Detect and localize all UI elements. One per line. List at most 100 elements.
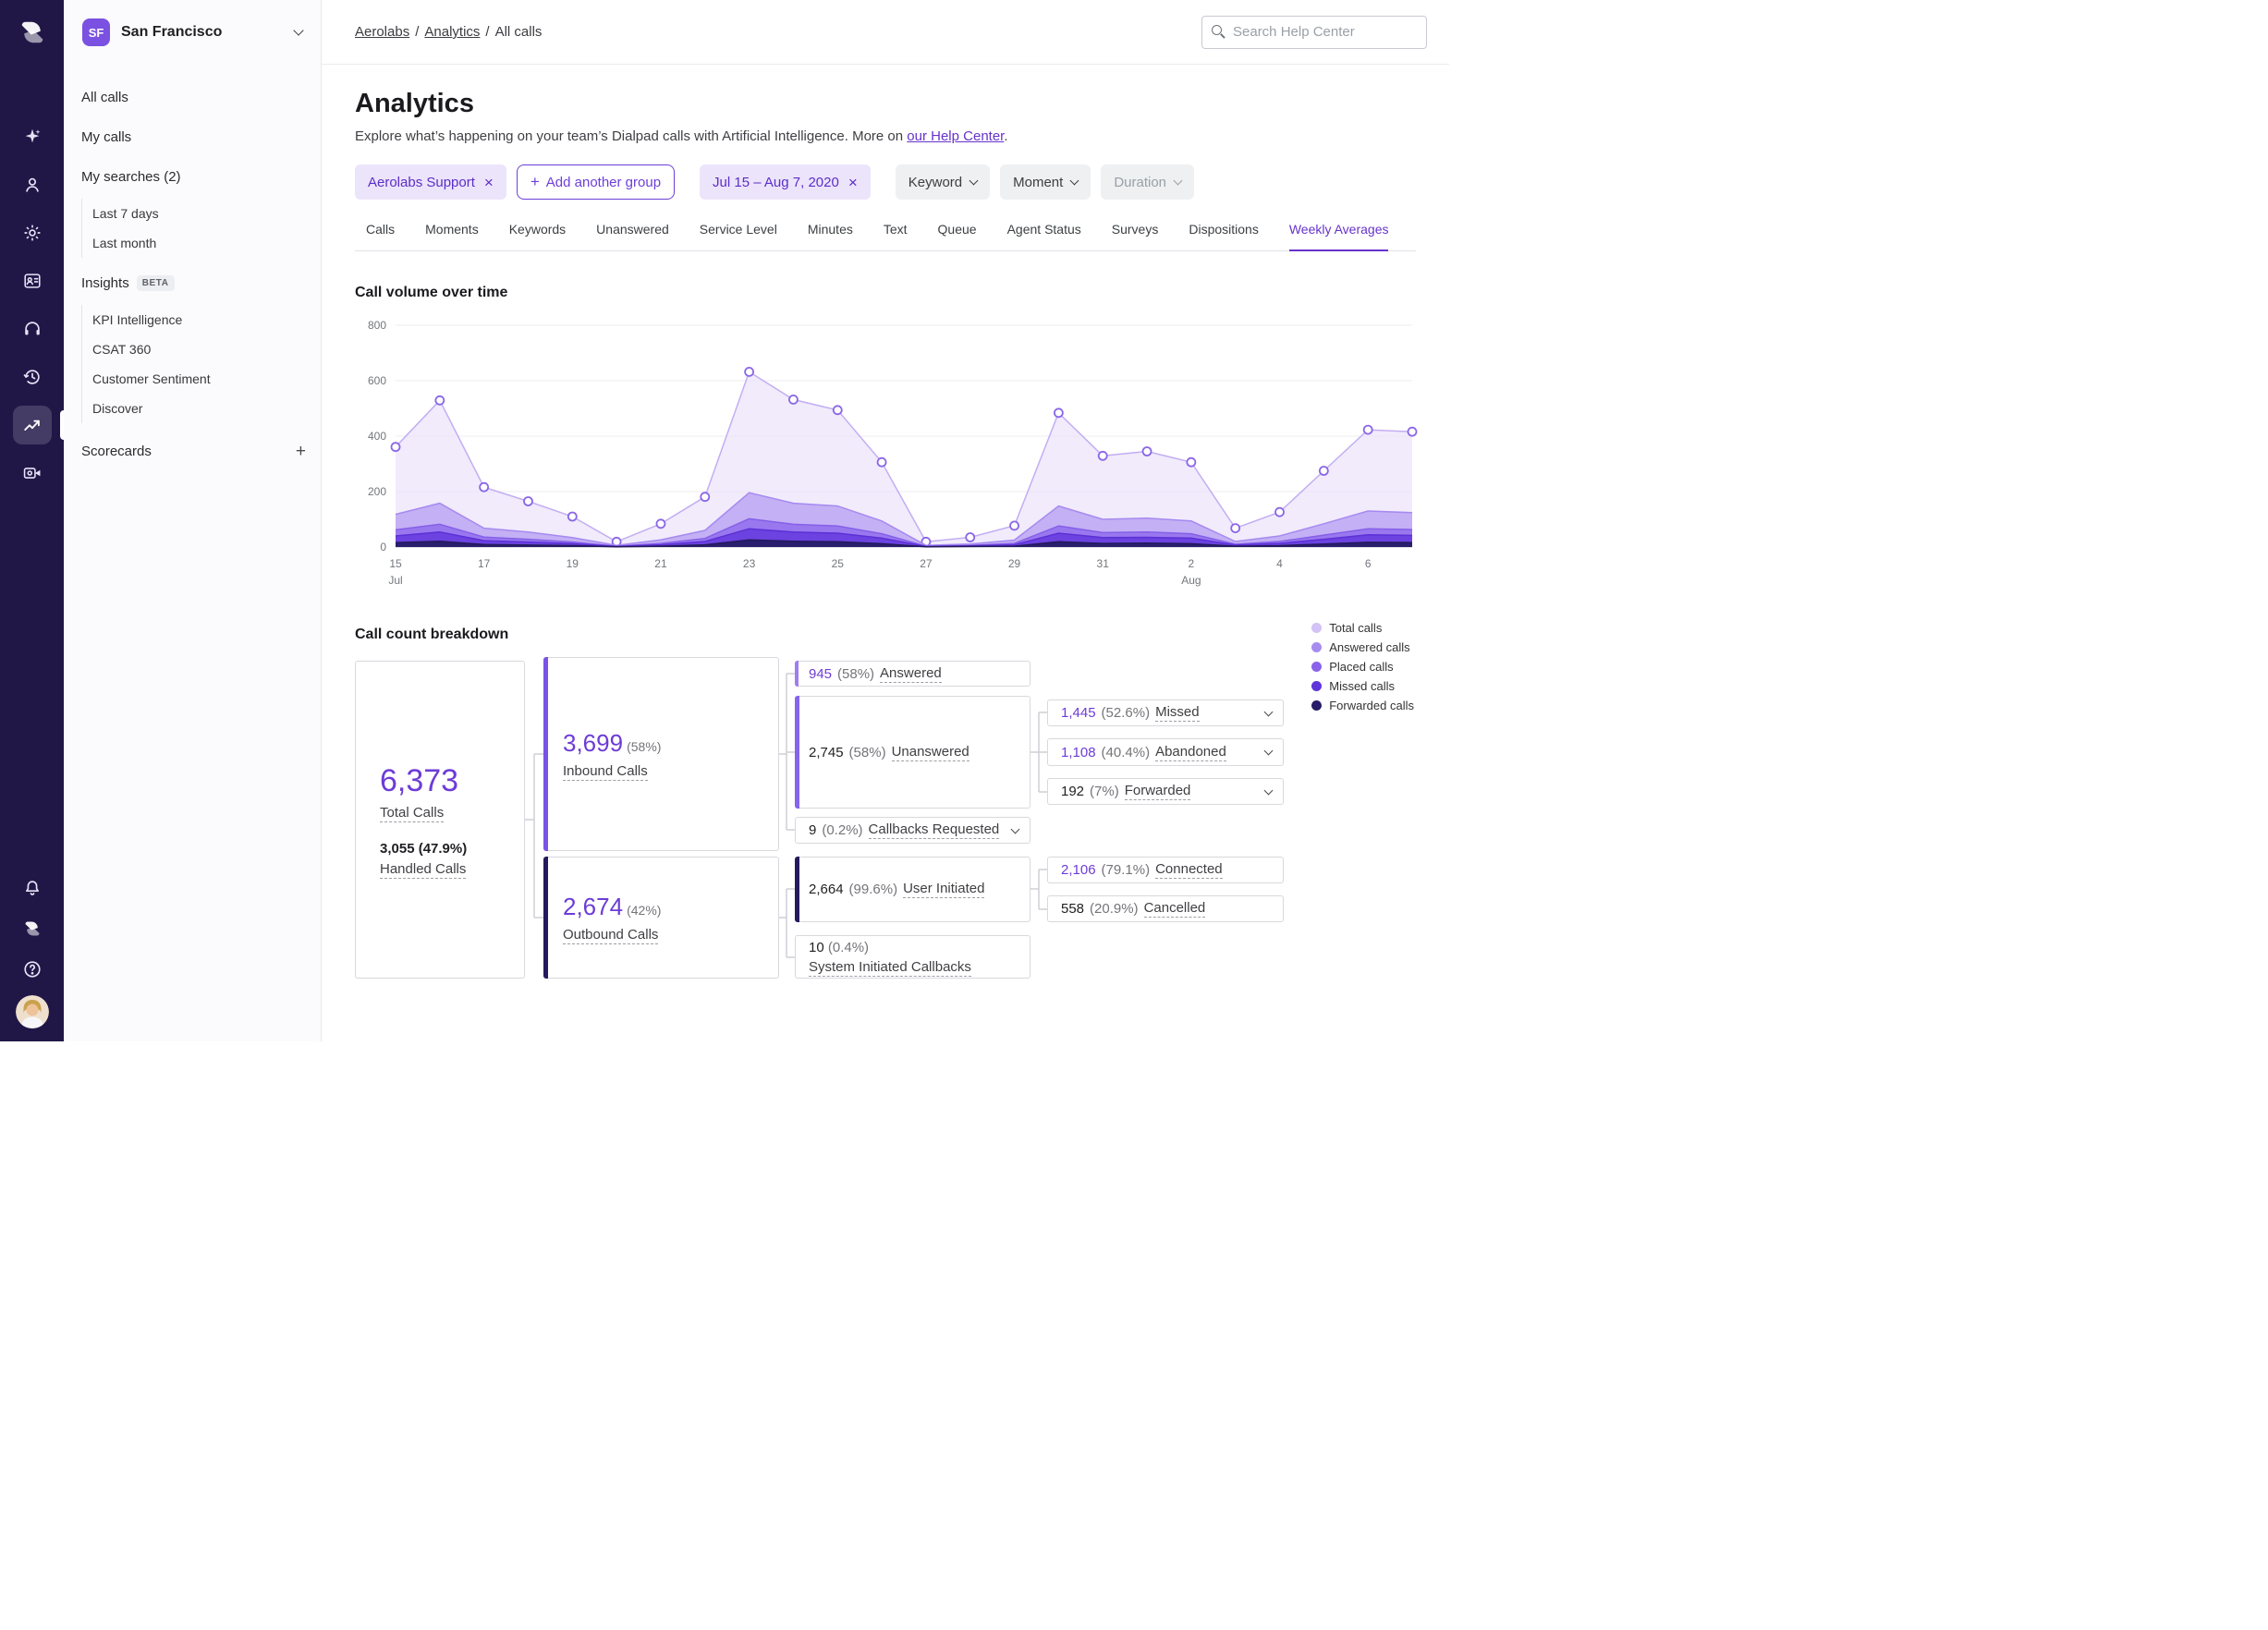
cancelled-percent: (20.9%) — [1090, 901, 1139, 917]
sidebar-item-last-month[interactable]: Last month — [92, 228, 306, 258]
person-icon[interactable] — [0, 161, 64, 209]
sidebar-item-last-7-days[interactable]: Last 7 days — [92, 199, 306, 228]
sidebar-item-my-calls[interactable]: My calls — [81, 117, 306, 157]
history-icon[interactable] — [0, 353, 64, 401]
tab-queue[interactable]: Queue — [938, 222, 977, 250]
subtitle-period: . — [1004, 128, 1008, 144]
missed-label[interactable]: Missed — [1155, 704, 1200, 722]
sidebar-item-discover[interactable]: Discover — [92, 394, 306, 423]
date-range-chip[interactable]: Jul 15 – Aug 7, 2020 × — [700, 164, 871, 200]
inbound-value: 3,699 — [563, 729, 624, 757]
tab-agent-status[interactable]: Agent Status — [1007, 222, 1081, 250]
accent-bar — [543, 857, 548, 979]
breakdown-title: Call count breakdown — [355, 626, 509, 642]
missed-box[interactable]: 1,445 (52.6%) Missed — [1047, 699, 1284, 726]
chevron-down-icon[interactable] — [1263, 785, 1274, 795]
tab-weekly-averages[interactable]: Weekly Averages — [1288, 222, 1389, 251]
total-calls-label[interactable]: Total Calls — [380, 804, 445, 822]
svg-text:6: 6 — [1365, 557, 1372, 570]
headset-icon[interactable] — [0, 305, 64, 353]
help-search[interactable] — [1201, 15, 1427, 49]
unanswered-label[interactable]: Unanswered — [891, 744, 969, 761]
sidebar-item-csat-360[interactable]: CSAT 360 — [92, 335, 306, 364]
connected-label[interactable]: Connected — [1155, 861, 1223, 879]
tab-surveys[interactable]: Surveys — [1112, 222, 1159, 250]
forwarded-box[interactable]: 192 (7%) Forwarded — [1047, 778, 1284, 805]
page-title: Analytics — [355, 89, 474, 118]
answered-percent: (58%) — [837, 665, 875, 682]
tab-service-level[interactable]: Service Level — [700, 222, 777, 250]
sidebar-item-insights[interactable]: Insights BETA — [81, 263, 306, 303]
tab-minutes[interactable]: Minutes — [808, 222, 853, 250]
analytics-trend-icon[interactable] — [0, 401, 64, 449]
keyword-filter-dropdown[interactable]: Keyword — [895, 164, 991, 200]
user-initiated-label[interactable]: User Initiated — [903, 881, 985, 898]
video-settings-icon[interactable] — [0, 449, 64, 497]
bell-icon[interactable] — [0, 868, 64, 908]
sidebar-item-my-searches[interactable]: My searches (2) — [81, 157, 306, 197]
workspace-switcher[interactable]: SF San Francisco — [64, 0, 321, 65]
svg-text:800: 800 — [368, 319, 386, 332]
tab-dispositions[interactable]: Dispositions — [1189, 222, 1258, 250]
cancelled-box: 558 (20.9%) Cancelled — [1047, 895, 1284, 922]
sidebar-item-all-calls[interactable]: All calls — [81, 78, 306, 117]
missed-value: 1,445 — [1061, 705, 1096, 721]
tab-keywords[interactable]: Keywords — [509, 222, 566, 250]
search-input[interactable] — [1233, 24, 1417, 40]
user-avatar[interactable] — [15, 995, 49, 1028]
sidebar-item-customer-sentiment[interactable]: Customer Sentiment — [92, 364, 306, 394]
callbacks-requested-box[interactable]: 9 (0.2%) Callbacks Requested — [795, 817, 1030, 844]
chevron-down-icon[interactable] — [1010, 824, 1020, 833]
add-group-label: Add another group — [545, 174, 662, 190]
missed-percent: (52.6%) — [1101, 705, 1151, 721]
sidebar-item-scorecards[interactable]: Scorecards — [81, 444, 152, 459]
legend-dot — [1311, 623, 1323, 633]
dialpad-mark-icon[interactable] — [0, 908, 64, 949]
ai-sparkle-icon[interactable] — [0, 113, 64, 161]
chevron-down-icon[interactable] — [1263, 746, 1274, 756]
add-group-button[interactable]: + Add another group — [516, 164, 676, 200]
system-callbacks-label[interactable]: System Initiated Callbacks — [809, 958, 971, 977]
chevron-down-icon[interactable] — [1263, 707, 1274, 716]
breadcrumb-analytics[interactable]: Analytics — [424, 24, 480, 40]
page-subtitle: Explore what’s happening on your team’s … — [355, 128, 1416, 144]
answered-label[interactable]: Answered — [880, 665, 942, 683]
duration-filter-dropdown[interactable]: Duration — [1101, 164, 1195, 200]
search-icon — [1212, 25, 1225, 39]
moment-filter-dropdown[interactable]: Moment — [1000, 164, 1091, 200]
inbound-label[interactable]: Inbound Calls — [563, 763, 648, 781]
user-initiated-box: 2,664 (99.6%) User Initiated — [795, 857, 1030, 922]
tab-unanswered[interactable]: Unanswered — [596, 222, 669, 250]
chevron-down-icon — [1069, 176, 1079, 185]
add-scorecard-button[interactable]: + — [296, 443, 306, 460]
cancelled-label[interactable]: Cancelled — [1143, 900, 1206, 918]
system-callbacks-value: 10 — [809, 939, 824, 955]
accent-bar — [795, 857, 799, 922]
help-icon[interactable] — [0, 949, 64, 990]
svg-text:19: 19 — [567, 557, 579, 570]
plus-icon: + — [530, 173, 540, 190]
svg-text:200: 200 — [368, 485, 386, 498]
sidebar-item-kpi-intelligence[interactable]: KPI Intelligence — [92, 305, 306, 335]
tab-calls[interactable]: Calls — [366, 222, 395, 250]
forwarded-label[interactable]: Forwarded — [1124, 783, 1191, 800]
abandoned-value: 1,108 — [1061, 744, 1096, 760]
group-filter-chip[interactable]: Aerolabs Support × — [355, 164, 506, 200]
help-center-link[interactable]: our Help Center — [907, 128, 1004, 144]
tab-text[interactable]: Text — [884, 222, 908, 250]
handled-calls-label[interactable]: Handled Calls — [380, 860, 467, 879]
analytics-tabs: Calls Moments Keywords Unanswered Servic… — [355, 222, 1416, 251]
contacts-icon[interactable] — [0, 257, 64, 305]
abandoned-label[interactable]: Abandoned — [1155, 744, 1226, 761]
tab-moments[interactable]: Moments — [425, 222, 479, 250]
svg-text:17: 17 — [478, 557, 491, 570]
outbound-label[interactable]: Outbound Calls — [563, 927, 659, 944]
callbacks-label[interactable]: Callbacks Requested — [868, 821, 1000, 839]
abandoned-box[interactable]: 1,108 (40.4%) Abandoned — [1047, 738, 1284, 766]
remove-date-filter-icon[interactable]: × — [848, 175, 858, 190]
dialpad-logo[interactable] — [17, 17, 48, 48]
breadcrumb-aerolabs[interactable]: Aerolabs — [355, 24, 409, 40]
remove-group-filter-icon[interactable]: × — [484, 175, 494, 190]
analytics-page: Analytics Explore what’s happening on yo… — [322, 65, 1449, 1041]
gear-icon[interactable] — [0, 209, 64, 257]
